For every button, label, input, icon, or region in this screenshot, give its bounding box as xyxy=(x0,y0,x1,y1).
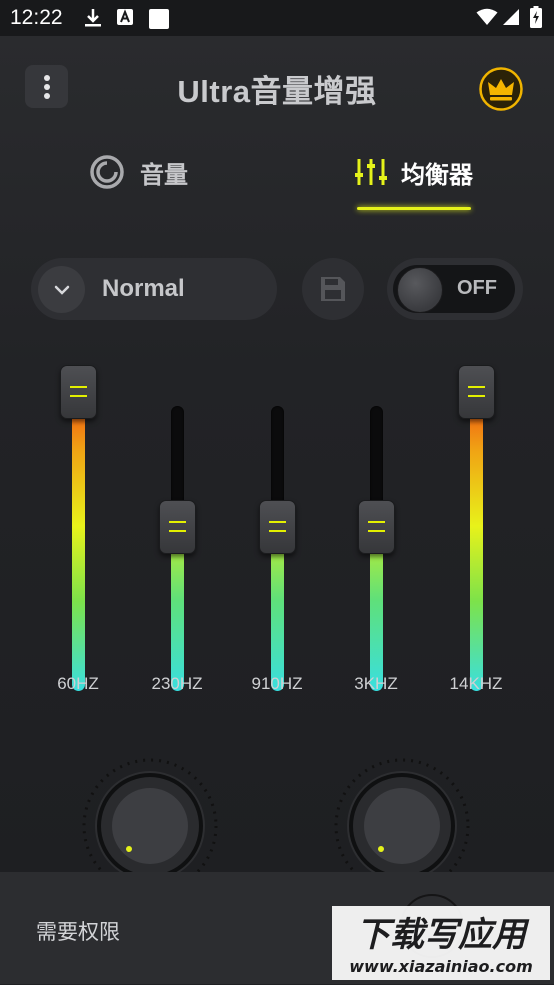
eq-slider-fill xyxy=(470,391,483,691)
eq-slider-handle[interactable] xyxy=(358,500,395,554)
square-notification-icon xyxy=(149,9,169,29)
app-title: Ultra音量增强 xyxy=(177,74,377,109)
eq-slider-fill xyxy=(72,391,85,691)
watermark-url: www.xiazainiao.com xyxy=(349,957,532,976)
equalizer-panel: 60HZ 230HZ 910HZ 3KHZ 14KHZ xyxy=(0,326,554,726)
eq-band-label: 910HZ xyxy=(251,674,303,693)
premium-button[interactable] xyxy=(479,67,523,111)
status-time: 12:22 xyxy=(10,6,63,29)
eq-slider-track[interactable] xyxy=(470,381,483,691)
crown-icon xyxy=(479,67,523,111)
knob-dial xyxy=(82,758,218,872)
knob-dial xyxy=(334,758,470,872)
tab-equalizer-label: 均衡器 xyxy=(401,161,473,189)
app-screen: Ultra音量增强 音量 均衡器 Normal OFF 60HZ 230HZ 9… xyxy=(0,36,554,872)
watermark-logo: 下载写应用 www.xiazainiao.com xyxy=(332,906,550,980)
preset-dropdown[interactable]: Normal xyxy=(31,258,277,320)
preset-chevron-button[interactable] xyxy=(38,266,85,313)
save-preset-button[interactable] xyxy=(302,258,364,320)
eq-band-label: 14KHZ xyxy=(449,674,503,693)
equalizer-sliders-icon xyxy=(355,159,387,185)
download-icon xyxy=(85,9,101,27)
tab-equalizer[interactable]: 均衡器 xyxy=(355,148,473,196)
eq-slider-handle[interactable] xyxy=(60,365,97,419)
toggle-label: OFF xyxy=(457,277,497,299)
eq-slider-track[interactable] xyxy=(72,381,85,691)
volume-ring-icon xyxy=(90,155,124,189)
a-notification-icon xyxy=(117,9,133,25)
virtualizer-knob[interactable] xyxy=(332,756,472,872)
tab-active-indicator xyxy=(357,207,471,210)
preset-label: Normal xyxy=(102,275,185,302)
eq-slider-handle[interactable] xyxy=(259,500,296,554)
eq-slider-handle[interactable] xyxy=(458,365,495,419)
tab-volume-label: 音量 xyxy=(140,161,188,189)
status-bar: 12:22 xyxy=(0,0,554,36)
wifi-icon xyxy=(476,8,498,25)
eq-band-label: 3KHZ xyxy=(354,674,398,693)
eq-band-label: 60HZ xyxy=(57,674,99,693)
equalizer-toggle[interactable]: OFF xyxy=(387,258,523,320)
bass-boost-knob[interactable] xyxy=(80,756,220,872)
tab-volume[interactable]: 音量 xyxy=(88,148,188,196)
cell-signal-icon xyxy=(503,9,519,25)
eq-band-label: 230HZ xyxy=(151,674,203,693)
permission-label: 需要权限 xyxy=(36,921,120,944)
watermark-title: 下载写应用 xyxy=(356,915,530,955)
battery-charging-icon xyxy=(530,6,542,28)
toggle-knob[interactable] xyxy=(397,267,443,313)
toggle-track: OFF xyxy=(393,265,515,313)
eq-slider-handle[interactable] xyxy=(159,500,196,554)
save-icon xyxy=(321,277,345,301)
chevron-down-icon xyxy=(54,285,69,295)
